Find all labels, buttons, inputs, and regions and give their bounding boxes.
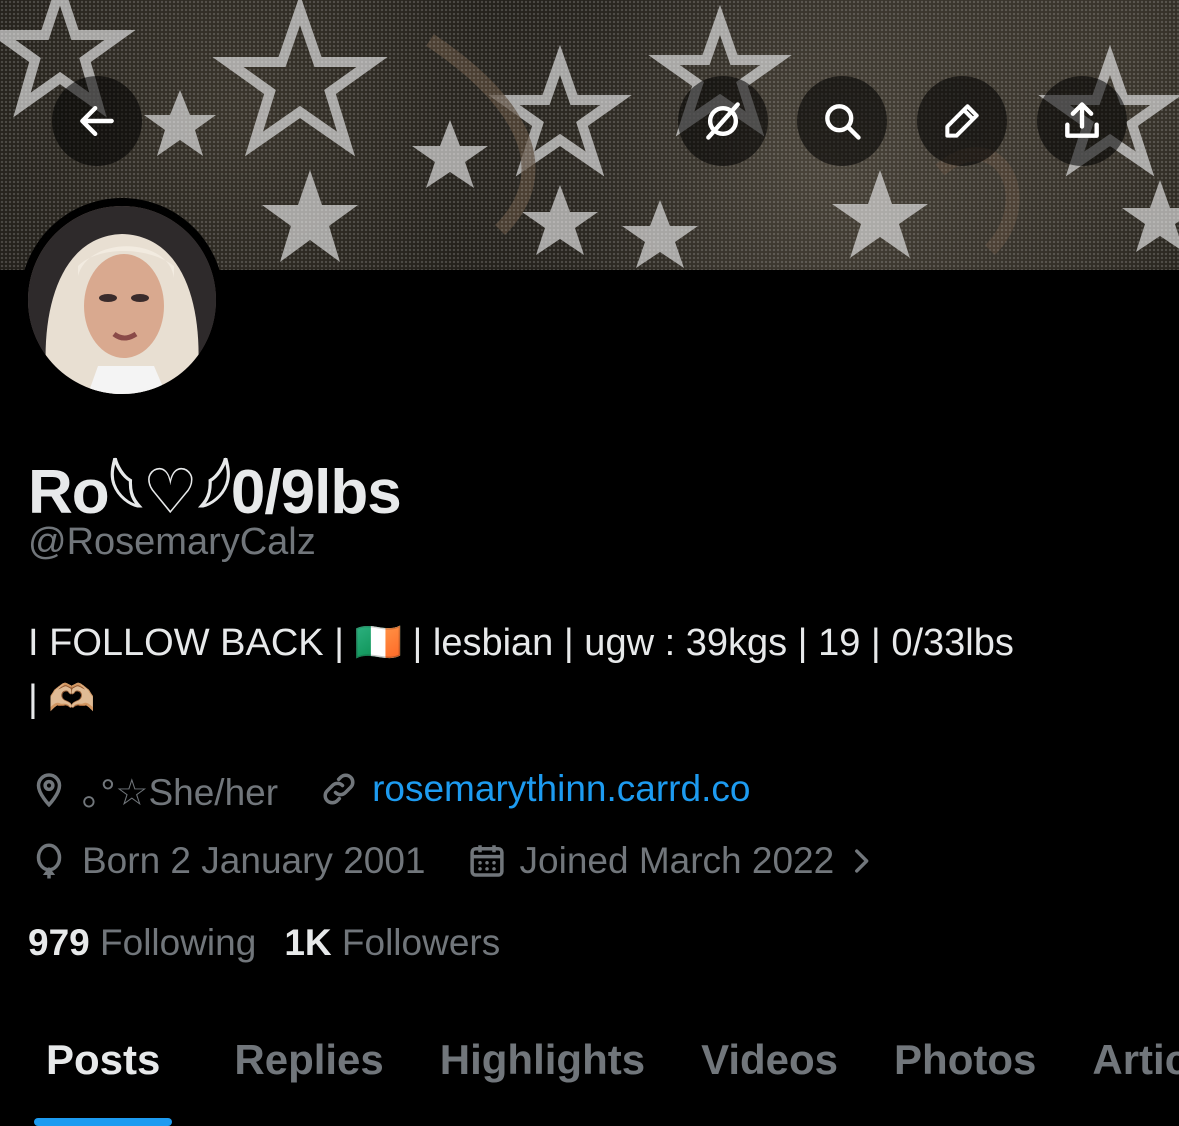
tab-photos[interactable]: Photos	[894, 1010, 1036, 1110]
balloon-icon	[36, 843, 62, 879]
tab-articles[interactable]: Articles	[1092, 1010, 1179, 1110]
birthday-text: Born 2 January 2001	[82, 840, 426, 881]
birthday: Born 2 January 2001	[28, 840, 426, 882]
tab-videos[interactable]: Videos	[701, 1010, 838, 1110]
follow-stats: 979 Following 1K Followers	[28, 922, 500, 964]
profile-meta-row-1: ｡°☆She/her rosemarythinn.carrd.co	[28, 762, 790, 816]
chevron-right-icon	[855, 849, 869, 873]
following-count: 979	[28, 922, 90, 963]
handle: @RosemaryCalz	[28, 521, 316, 563]
bio: I FOLLOW BACK | 🇮🇪 | lesbian | ugw : 39k…	[28, 615, 1158, 727]
followers-label: Followers	[341, 922, 501, 963]
calendar-icon	[469, 845, 504, 877]
following-label: Following	[100, 922, 257, 963]
following-link[interactable]: 979 Following	[28, 922, 256, 963]
link-icon	[323, 773, 355, 805]
website[interactable]: rosemarythinn.carrd.co	[318, 768, 750, 810]
edit-button[interactable]	[917, 76, 1007, 166]
grok-icon	[706, 102, 740, 140]
bio-line-2: | 🫶🏼	[28, 678, 96, 720]
tab-replies[interactable]: Replies	[234, 1010, 383, 1110]
avatar[interactable]	[20, 198, 224, 402]
followers-link[interactable]: 1K Followers	[284, 922, 500, 963]
followers-count: 1K	[284, 922, 332, 963]
tab-posts[interactable]: Posts	[33, 1010, 173, 1126]
avatar-image	[28, 206, 216, 394]
arrow-left-icon	[80, 105, 114, 137]
back-button[interactable]	[52, 76, 142, 166]
search-button[interactable]	[797, 76, 887, 166]
bio-line-1: I FOLLOW BACK | 🇮🇪 | lesbian | ugw : 39k…	[28, 622, 1014, 664]
website-link[interactable]: rosemarythinn.carrd.co	[372, 768, 750, 810]
profile-meta-row-2: Born 2 January 2001 Joined March 2022	[28, 840, 918, 882]
joined-date[interactable]: Joined March 2022	[466, 840, 879, 882]
location: ｡°☆She/her	[28, 762, 278, 816]
tab-highlights[interactable]: Highlights	[440, 1010, 645, 1110]
location-text: ｡°☆She/her	[82, 772, 279, 813]
display-name: Ro𓆩♡𓆪0/9lbs	[28, 458, 402, 527]
grok-button[interactable]	[678, 76, 768, 166]
edit-icon	[945, 104, 979, 138]
share-icon	[1065, 102, 1099, 138]
search-icon	[825, 104, 861, 140]
profile-tabs: Posts Replies Highlights Videos Photos A…	[0, 1010, 1179, 1126]
share-button[interactable]	[1037, 76, 1127, 166]
location-pin-icon	[36, 773, 62, 808]
joined-text: Joined March 2022	[519, 840, 835, 881]
